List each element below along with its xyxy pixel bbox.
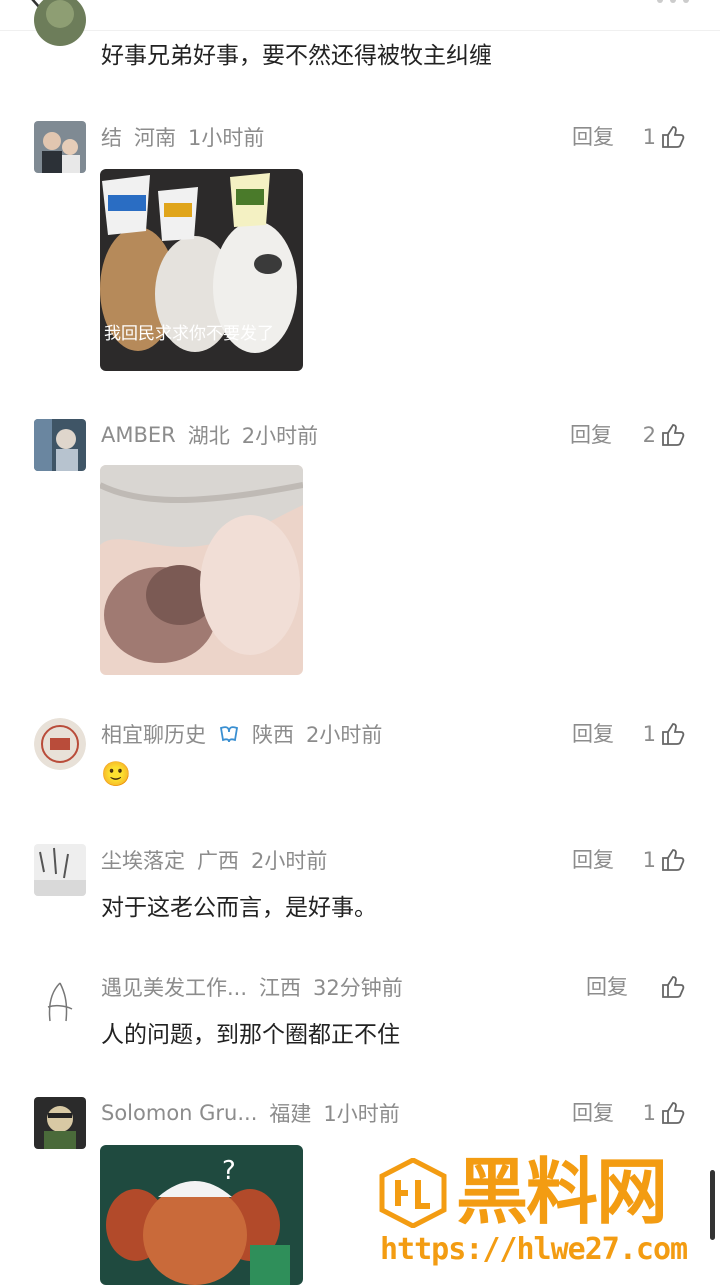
watermark-title: 黑料网	[456, 1150, 668, 1234]
thumbs-up-icon	[662, 424, 685, 446]
reply-button[interactable]: 回复	[572, 1097, 614, 1129]
like-count: 1	[642, 1101, 656, 1125]
comment-meta: 相宜聊历史 陕西 2小时前	[101, 718, 382, 750]
region: 广西	[197, 849, 239, 873]
watermark-logo	[379, 1158, 447, 1228]
like-button[interactable]: 1	[643, 844, 686, 876]
avatar[interactable]	[34, 844, 86, 896]
reply-button[interactable]: 回复	[572, 844, 614, 876]
reply-button[interactable]: 回复	[572, 121, 614, 153]
username[interactable]: AMBER	[101, 423, 176, 447]
comment-image[interactable]: 我回民求求你不要发了	[100, 169, 303, 371]
scrollbar[interactable]	[710, 1170, 715, 1240]
timestamp: 2小时前	[306, 723, 383, 747]
comment-image[interactable]	[100, 465, 303, 675]
username[interactable]: 相宜聊历史	[101, 719, 206, 749]
like-button[interactable]: 2	[643, 419, 686, 451]
watermark: 黑料网 https://hlwe27.com	[378, 1152, 708, 1272]
comment-image[interactable]: ?	[100, 1145, 303, 1285]
verified-icon	[219, 726, 239, 743]
like-button[interactable]: 1	[643, 718, 686, 750]
reply-button[interactable]: 回复	[570, 419, 612, 451]
like-button[interactable]	[656, 971, 686, 1003]
comment-meta: 结 河南 1小时前	[101, 121, 264, 153]
thumbs-up-icon	[662, 126, 685, 148]
thumbs-up-icon	[662, 1102, 685, 1124]
comment-meta: 遇见美发工作... 江西 32分钟前	[101, 971, 403, 1003]
username[interactable]: 遇见美发工作...	[101, 972, 247, 1002]
region: 湖北	[187, 424, 230, 448]
more-icon[interactable]	[656, 0, 690, 4]
region: 河南	[134, 126, 176, 150]
avatar[interactable]	[34, 1097, 86, 1149]
like-count: 1	[642, 125, 656, 149]
watermark-url: https://hlwe27.com	[380, 1232, 688, 1267]
thumbs-up-icon	[662, 723, 685, 745]
username[interactable]: 结	[101, 122, 122, 152]
reply-button[interactable]: 回复	[586, 971, 628, 1003]
avatar[interactable]	[34, 977, 86, 1029]
timestamp: 1小时前	[188, 126, 265, 150]
thumbs-up-icon	[662, 976, 685, 998]
username[interactable]: Solomon Gru...	[101, 1101, 257, 1125]
comment-text: 对于这老公而言，是好事。	[101, 895, 377, 921]
avatar[interactable]	[34, 718, 86, 770]
like-count: 1	[642, 848, 656, 872]
comment-meta: 尘埃落定 广西 2小时前	[101, 844, 327, 876]
avatar[interactable]	[34, 419, 86, 471]
timestamp: 2小时前	[251, 849, 328, 873]
like-button[interactable]: 1	[643, 1097, 686, 1129]
avatar[interactable]	[34, 0, 86, 46]
region: 福建	[269, 1102, 312, 1126]
like-count: 1	[642, 722, 656, 746]
timestamp: 32分钟前	[313, 976, 403, 1000]
region: 陕西	[252, 723, 294, 747]
comment-meta: Solomon Gru... 福建 1小时前	[101, 1097, 400, 1129]
comment-text: 人的问题，到那个圈都正不住	[101, 1022, 400, 1048]
like-count: 2	[642, 423, 656, 447]
timestamp: 1小时前	[323, 1102, 400, 1126]
timestamp: 2小时前	[241, 424, 319, 448]
thumbs-up-icon	[662, 849, 685, 871]
comment-emoji: 🙂	[101, 760, 131, 788]
region: 江西	[259, 976, 302, 1000]
top-bar	[0, 0, 720, 31]
like-button[interactable]: 1	[643, 121, 686, 153]
username[interactable]: 尘埃落定	[101, 845, 185, 875]
avatar[interactable]	[34, 121, 86, 173]
comment-text: 好事兄弟好事，要不然还得被牧主纠缠	[101, 43, 492, 69]
svg-text:?: ?	[222, 1156, 236, 1186]
reply-button[interactable]: 回复	[572, 718, 614, 750]
comment-meta: AMBER 湖北 2小时前	[101, 419, 318, 451]
image-caption: 我回民求求你不要发了	[104, 324, 274, 344]
